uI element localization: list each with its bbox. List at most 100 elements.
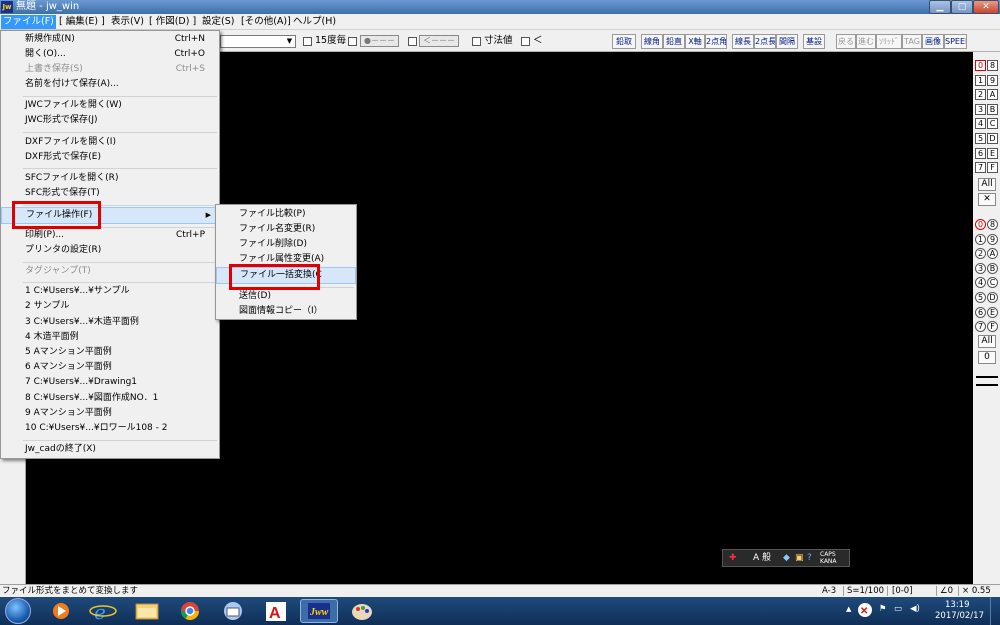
menu-item-printer-settings[interactable]: プリンタの設定(R) — [1, 243, 219, 258]
ime-tools-icon[interactable]: ◆ — [783, 550, 790, 566]
minimize-button[interactable]: ▁ — [929, 0, 951, 14]
lt-checkbox[interactable] — [521, 37, 530, 46]
media-player-icon[interactable] — [42, 599, 80, 623]
submenu-item-delete[interactable]: ファイル削除(D) — [216, 237, 356, 252]
layer-B-button[interactable]: B — [987, 262, 998, 274]
dash-box[interactable]: ●－－－ — [360, 35, 399, 47]
submenu-item-copy-info[interactable]: 図面情報コピー（I） — [216, 304, 356, 319]
menu-item-exit[interactable]: Jw_cadの終了(X) — [1, 442, 219, 457]
layer-group-9-button[interactable]: 9 — [987, 74, 998, 86]
layer-group-x-button[interactable]: ✕ — [978, 193, 996, 206]
submenu-item-compare[interactable]: ファイル比較(P) — [216, 207, 356, 222]
ime-help-icon[interactable]: ? — [807, 550, 812, 566]
dash-checkbox[interactable] — [348, 37, 357, 46]
line-type-combo[interactable]: ▼ — [220, 35, 296, 48]
flag-icon[interactable]: ⚑ — [879, 604, 887, 614]
layer-D-button[interactable]: D — [987, 292, 998, 303]
solid-button[interactable]: ｿﾘｯﾄﾞ — [876, 34, 902, 49]
layer-E-button[interactable]: E — [987, 306, 998, 318]
menu-item-open-jwc[interactable]: JWCファイルを開く(W) — [1, 98, 219, 113]
security-icon[interactable]: ✕ — [858, 603, 872, 617]
clock-date[interactable]: 2017/02/17 — [935, 611, 984, 621]
line-width-indicator[interactable] — [976, 376, 998, 386]
menu-settings[interactable]: 設定(S) — [200, 15, 236, 29]
redo-button[interactable]: 進む — [856, 34, 876, 49]
thunderbird-icon[interactable] — [214, 599, 252, 623]
layer-group-4-button[interactable]: 4 — [975, 118, 986, 130]
layer-group-C-button[interactable]: C — [987, 118, 998, 130]
maximize-button[interactable]: ▢ — [951, 0, 973, 14]
layer-0-button[interactable]: 0 — [975, 219, 986, 230]
ime-toolbar[interactable]: ✚ A 般 ◆ ▣ ? CAPS KANA — [722, 549, 850, 567]
autocad-icon[interactable]: A — [257, 599, 295, 623]
show-desktop-button[interactable] — [990, 597, 1000, 625]
volume-icon[interactable]: ◀) — [910, 604, 920, 614]
menu-edit[interactable]: [ 編集(E) ] — [57, 15, 107, 29]
tool-button-2pt-angle[interactable]: 2点角 — [705, 34, 727, 49]
menu-view[interactable]: 表示(V) — [109, 15, 146, 29]
tool-button-2pt-length[interactable]: 2点長 — [754, 34, 776, 49]
speed-button[interactable]: SPEED — [944, 34, 967, 49]
ime-mode[interactable]: A 般 — [753, 550, 771, 566]
layer-all-button[interactable]: All — [978, 335, 996, 348]
menu-item-open-sfc[interactable]: SFCファイルを開く(R) — [1, 171, 219, 186]
layer-1-button[interactable]: 1 — [975, 233, 986, 245]
jwcad-icon[interactable]: Jww — [300, 599, 338, 623]
status-angle[interactable]: ∠0 — [940, 585, 953, 597]
recent-file-8[interactable]: 8 C:¥Users¥...¥図面作成NO．1 — [1, 391, 219, 406]
tool-button-line-length[interactable]: 線長 — [732, 34, 754, 49]
arrow-box[interactable]: ＜－－－ — [419, 35, 459, 47]
status-scale[interactable]: S=1/100 — [847, 585, 884, 597]
layer-group-B-button[interactable]: B — [987, 103, 998, 115]
tool-button-extract[interactable]: 鉛取 — [612, 34, 636, 49]
ie-icon[interactable]: e — [84, 599, 122, 624]
chrome-icon[interactable] — [171, 599, 209, 623]
layer-group-D-button[interactable]: D — [987, 133, 998, 144]
dimension-checkbox[interactable] — [472, 37, 481, 46]
menu-item-save[interactable]: 上書き保存(S) Ctrl+S — [1, 62, 219, 77]
menu-item-print[interactable]: 印刷(P)... Ctrl+P — [1, 228, 219, 243]
angle-15-checkbox[interactable] — [303, 37, 312, 46]
layer-group-F-button[interactable]: F — [987, 162, 998, 174]
layer-group-6-button[interactable]: 6 — [975, 147, 986, 159]
recent-file-7[interactable]: 7 C:¥Users¥...¥Drawing1 — [1, 375, 219, 390]
menu-other[interactable]: [その他(A)] — [239, 15, 293, 29]
layer-5-button[interactable]: 5 — [975, 292, 986, 303]
start-button[interactable] — [5, 598, 31, 624]
submenu-item-rename[interactable]: ファイル名変更(R) — [216, 222, 356, 237]
show-hidden-icons[interactable]: ▲ — [846, 605, 851, 613]
recent-file-9[interactable]: 9 Aマンション平面例 — [1, 406, 219, 421]
ime-flag-icon[interactable]: ✚ — [729, 550, 737, 566]
network-icon[interactable]: ▭ — [894, 604, 902, 614]
layer-group-5-button[interactable]: 5 — [975, 133, 986, 144]
layer-zero-button[interactable]: 0 — [978, 351, 996, 364]
status-zoom[interactable]: × 0.55 — [962, 585, 991, 597]
arrow-checkbox[interactable] — [408, 37, 417, 46]
layer-group-7-button[interactable]: 7 — [975, 162, 986, 174]
image-button[interactable]: 画像 — [922, 34, 944, 49]
menu-item-save-as[interactable]: 名前を付けて保存(A)... — [1, 77, 219, 92]
recent-file-4[interactable]: 4 木造平面例 — [1, 330, 219, 345]
submenu-item-batch-convert[interactable]: ファイル一括変換(C — [216, 267, 356, 284]
menu-draw[interactable]: [ 作図(D) ] — [147, 15, 198, 29]
tool-button-interval[interactable]: 間隔 — [776, 34, 798, 49]
tool-button-line-angle[interactable]: 線角 — [641, 34, 663, 49]
tag-button[interactable]: TAG — [902, 34, 922, 49]
layer-8-button[interactable]: 8 — [987, 219, 998, 230]
status-layer[interactable]: [0-0] — [892, 585, 913, 597]
menu-item-save-sfc[interactable]: SFC形式で保存(T) — [1, 186, 219, 201]
menu-file[interactable]: ファイル(F) — [1, 15, 56, 29]
menu-item-save-jwc[interactable]: JWC形式で保存(J) — [1, 113, 219, 128]
layer-group-3-button[interactable]: 3 — [975, 103, 986, 115]
layer-group-1-button[interactable]: 1 — [975, 74, 986, 86]
layer-group-0-button[interactable]: 0 — [975, 60, 986, 71]
layer-3-button[interactable]: 3 — [975, 262, 986, 274]
recent-file-5[interactable]: 5 Aマンション平面例 — [1, 345, 219, 360]
recent-file-3[interactable]: 3 C:¥Users¥...¥木造平面例 — [1, 315, 219, 330]
menu-item-new[interactable]: 新規作成(N) Ctrl+N — [1, 32, 219, 47]
status-paper[interactable]: A-3 — [822, 585, 836, 597]
layer-6-button[interactable]: 6 — [975, 306, 986, 318]
tool-button-base[interactable]: 基設 — [803, 34, 825, 49]
recent-file-2[interactable]: 2 サンプル — [1, 299, 219, 314]
menu-help[interactable]: ヘルプ(H) — [291, 15, 338, 29]
